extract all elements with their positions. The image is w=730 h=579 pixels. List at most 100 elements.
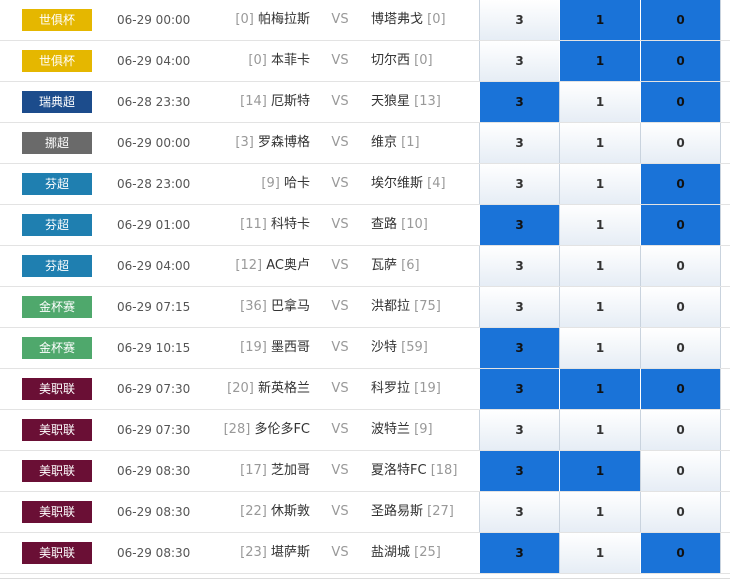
odds-win-button[interactable]: 3: [479, 328, 559, 368]
odds-lose-button[interactable]: 0: [640, 246, 721, 286]
league-badge[interactable]: 美职联: [22, 460, 92, 482]
match-time: 06-29 10:15: [117, 341, 191, 355]
league-badge[interactable]: 金杯赛: [22, 337, 92, 359]
away-team-rank: [0]: [427, 12, 446, 27]
away-team-rank: [25]: [414, 545, 441, 560]
vs-label: VS: [331, 381, 349, 396]
odds-win-button[interactable]: 3: [479, 451, 559, 491]
away-team-rank: [75]: [414, 299, 441, 314]
odds-lose-button[interactable]: 0: [640, 205, 721, 245]
match-time: 06-29 07:30: [117, 382, 191, 396]
odds-draw-button[interactable]: 1: [559, 0, 640, 40]
odds-draw-button[interactable]: 1: [559, 533, 640, 573]
odds-lose-button[interactable]: 0: [640, 410, 721, 450]
match-row: 瑞典超 06-28 23:30 [14] 厄斯特 VS 天狼星 [13] 3 1 0: [0, 82, 730, 123]
odds-win-button[interactable]: 3: [479, 82, 559, 122]
odds-lose-button[interactable]: 0: [640, 164, 721, 204]
odds-lose-button[interactable]: 0: [640, 533, 721, 573]
odds-draw-button[interactable]: 1: [559, 451, 640, 491]
away-team-name: 夏洛特FC: [371, 463, 427, 478]
odds-lose-button[interactable]: 0: [640, 369, 721, 409]
away-team-rank: [0]: [414, 53, 433, 68]
away-team-name: 查路: [371, 217, 398, 232]
league-badge[interactable]: 美职联: [22, 501, 92, 523]
away-team: 天狼星 [13]: [371, 82, 481, 122]
odds-draw-button[interactable]: 1: [559, 410, 640, 450]
odds-draw-button[interactable]: 1: [559, 328, 640, 368]
odds-win-button[interactable]: 3: [479, 123, 559, 163]
odds-draw-button[interactable]: 1: [559, 164, 640, 204]
league-badge[interactable]: 瑞典超: [22, 91, 92, 113]
odds-draw-button[interactable]: 1: [559, 205, 640, 245]
league-badge[interactable]: 芬超: [22, 214, 92, 236]
odds-win-button[interactable]: 3: [479, 205, 559, 245]
odds-win-button[interactable]: 3: [479, 369, 559, 409]
away-team-name: 维京: [371, 135, 398, 150]
league-badge[interactable]: 美职联: [22, 542, 92, 564]
home-team-rank: [0]: [235, 12, 254, 27]
vs-label: VS: [331, 463, 349, 478]
league-badge[interactable]: 芬超: [22, 173, 92, 195]
home-team-name: 墨西哥: [270, 340, 310, 355]
vs-label: VS: [331, 217, 349, 232]
vs-label: VS: [331, 504, 349, 519]
odds-draw-button[interactable]: 1: [559, 123, 640, 163]
league-badge[interactable]: 世俱杯: [22, 50, 92, 72]
home-team-name: 新英格兰: [257, 381, 310, 396]
odds-draw-button[interactable]: 1: [559, 41, 640, 81]
odds-draw-button[interactable]: 1: [559, 492, 640, 532]
home-team: [0] 本菲卡: [200, 41, 310, 81]
home-team: [17] 芝加哥: [200, 451, 310, 491]
away-team-rank: [18]: [430, 463, 458, 478]
match-time: 06-29 07:30: [117, 423, 191, 437]
vs-label: VS: [331, 422, 349, 437]
odds-win-button[interactable]: 3: [479, 287, 559, 327]
away-team: 洪都拉 [75]: [371, 287, 481, 327]
odds-lose-button[interactable]: 0: [640, 451, 721, 491]
away-team-name: 沙特: [371, 340, 398, 355]
league-badge[interactable]: 芬超: [22, 255, 92, 277]
match-row: 美职联 06-29 08:30 [23] 堪萨斯 VS 盐湖城 [25] 3 1 0: [0, 533, 730, 574]
league-badge[interactable]: 世俱杯: [22, 9, 92, 31]
away-team-rank: [10]: [401, 217, 428, 232]
away-team-name: 天狼星: [371, 94, 411, 109]
odds-lose-button[interactable]: 0: [640, 328, 721, 368]
home-team-name: 厄斯特: [270, 94, 310, 109]
odds-win-button[interactable]: 3: [479, 41, 559, 81]
away-team-name: 盐湖城: [371, 545, 411, 560]
away-team: 博塔弗戈 [0]: [371, 0, 481, 40]
odds-lose-button[interactable]: 0: [640, 41, 721, 81]
home-team-name: 巴拿马: [270, 299, 310, 314]
odds-win-button[interactable]: 3: [479, 410, 559, 450]
odds-lose-button[interactable]: 0: [640, 287, 721, 327]
league-badge[interactable]: 美职联: [22, 378, 92, 400]
league-badge[interactable]: 挪超: [22, 132, 92, 154]
odds-win-button[interactable]: 3: [479, 492, 559, 532]
odds-draw-button[interactable]: 1: [559, 287, 640, 327]
home-team-rank: [23]: [240, 545, 267, 560]
odds-win-button[interactable]: 3: [479, 0, 559, 40]
match-time: 06-29 00:00: [117, 136, 191, 150]
match-row: 芬超 06-29 01:00 [11] 科特卡 VS 查路 [10] 3 1 0: [0, 205, 730, 246]
away-team-rank: [59]: [401, 340, 428, 355]
league-badge[interactable]: 金杯赛: [22, 296, 92, 318]
away-team-name: 博塔弗戈: [371, 12, 424, 27]
odds-draw-button[interactable]: 1: [559, 246, 640, 286]
odds-draw-button[interactable]: 1: [559, 82, 640, 122]
odds-lose-button[interactable]: 0: [640, 123, 721, 163]
odds-lose-button[interactable]: 0: [640, 0, 721, 40]
odds-win-button[interactable]: 3: [479, 533, 559, 573]
odds-win-button[interactable]: 3: [479, 246, 559, 286]
match-row: 金杯赛 06-29 07:15 [36] 巴拿马 VS 洪都拉 [75] 3 1 0: [0, 287, 730, 328]
odds-win-button[interactable]: 3: [479, 164, 559, 204]
league-badge[interactable]: 美职联: [22, 419, 92, 441]
odds-lose-button[interactable]: 0: [640, 492, 721, 532]
away-team: 埃尔维斯 [4]: [371, 164, 481, 204]
home-team-rank: [19]: [240, 340, 267, 355]
home-team: [14] 厄斯特: [200, 82, 310, 122]
away-team: 沙特 [59]: [371, 328, 481, 368]
odds-lose-button[interactable]: 0: [640, 82, 721, 122]
odds-draw-button[interactable]: 1: [559, 369, 640, 409]
home-team: [28] 多伦多FC: [200, 410, 310, 450]
home-team-rank: [22]: [240, 504, 267, 519]
